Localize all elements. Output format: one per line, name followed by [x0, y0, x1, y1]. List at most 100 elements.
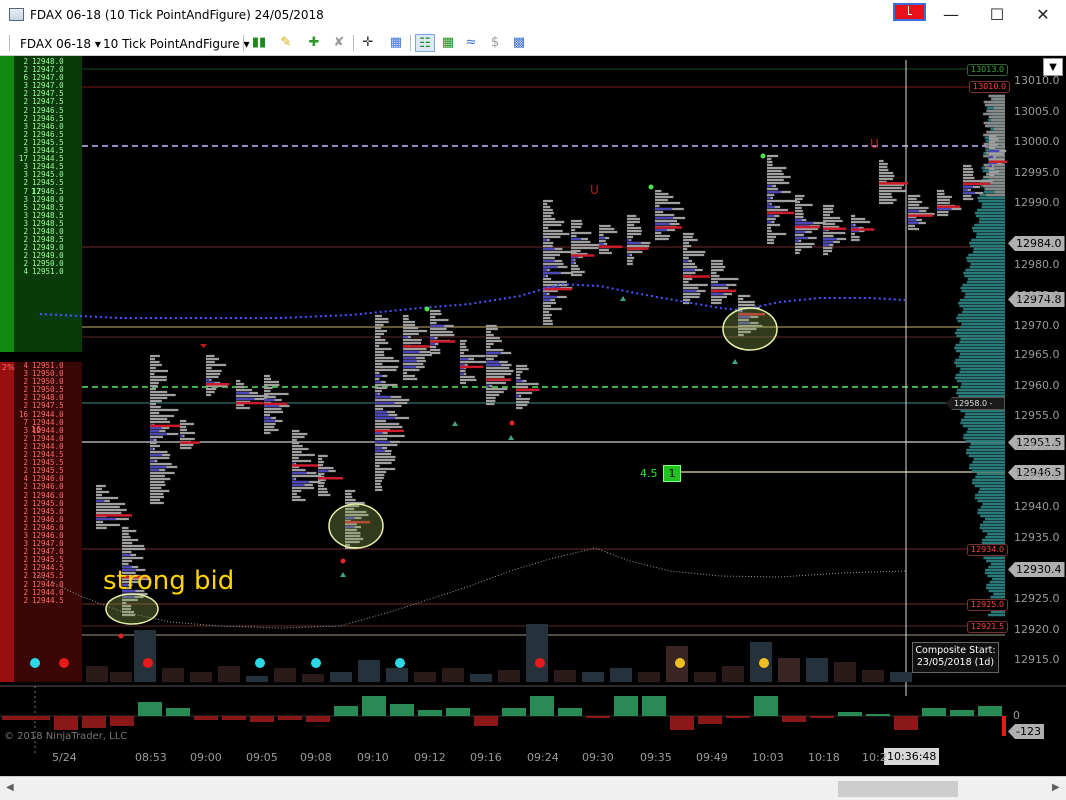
delta-bar: [446, 708, 470, 716]
delta-bar: [558, 708, 582, 716]
title-bar: FDAX 06-18 (10 Tick PointAndFigure) 24/0…: [0, 0, 1066, 31]
highlight-ellipse: [722, 307, 778, 351]
data-box-icon[interactable]: ▦: [386, 34, 406, 52]
price-tick: 12950.0: [1014, 439, 1060, 452]
volume-bar: [134, 630, 156, 682]
delta-bar: [530, 696, 554, 716]
chart-toolbar: FDAX 06-18 ▾ 10 Tick PointAndFigure ▾ ▮▮…: [0, 31, 1066, 56]
delta-bar: [194, 716, 218, 720]
delta-bar: [334, 706, 358, 716]
link-color-button[interactable]: [893, 3, 926, 21]
scroll-thumb[interactable]: [838, 781, 958, 797]
pnf-column: [180, 419, 196, 450]
zoom-in-icon[interactable]: ✚: [304, 34, 324, 52]
delta-bar: [390, 704, 414, 716]
volume-signal-dot: [59, 658, 69, 668]
delta-bar: [894, 716, 918, 730]
drawing-tool-icon[interactable]: ✎: [276, 34, 296, 52]
chevron-down-icon: ▾: [94, 37, 101, 51]
chart-trader-icon[interactable]: ☷: [415, 34, 435, 52]
signal-dot: [424, 306, 430, 312]
crosshair-time-label: 10:36:48: [884, 748, 940, 765]
properties-icon[interactable]: ▩: [509, 34, 529, 52]
price-tick: 12920.0: [1014, 623, 1060, 636]
volume-bar: [110, 672, 132, 682]
strategies-icon[interactable]: ≈: [461, 34, 481, 52]
time-tick: 09:08: [300, 751, 332, 764]
delta-bar: [82, 716, 106, 728]
chart-window-icon: [9, 8, 24, 21]
pnf-column: [767, 154, 798, 245]
maximize-button[interactable]: ☐: [974, 0, 1020, 31]
minimize-button[interactable]: —: [928, 0, 974, 31]
pnf-column: [627, 214, 651, 266]
volume-bar: [358, 660, 380, 682]
volume-bar: [526, 624, 548, 682]
pnf-column-sell: [403, 335, 420, 369]
order-marker[interactable]: 1: [663, 465, 681, 482]
price-tag-12925: 12925.0: [967, 599, 1009, 611]
signal-dot: [340, 558, 346, 564]
delta-bar: [978, 706, 1002, 716]
scroll-left-icon[interactable]: ◀: [6, 782, 14, 793]
volume-signal-dot: [535, 658, 545, 668]
price-tag-13013: 13013.0: [967, 64, 1009, 76]
volume-signal-dot: [675, 658, 685, 668]
chart-style-icon[interactable]: ▮▮: [249, 34, 269, 52]
horizontal-scrollbar[interactable]: ◀ ▶: [0, 776, 1066, 800]
delta-bar: [866, 714, 890, 716]
time-tick: 09:00: [190, 751, 222, 764]
highlight-ellipse: [328, 503, 384, 549]
instrument-selector[interactable]: FDAX 06-18 ▾: [20, 37, 101, 51]
volume-bar: [190, 672, 212, 682]
zoom-out-icon[interactable]: ✘: [329, 34, 349, 52]
composite-start-box: Composite Start: 23/05/2018 (1d): [912, 642, 999, 673]
delta-bar: [278, 716, 302, 720]
volume-bar: [498, 670, 520, 682]
price-tick: 12975.0: [1014, 289, 1060, 302]
window-title: FDAX 06-18 (10 Tick PointAndFigure) 24/0…: [30, 8, 324, 22]
scroll-right-icon[interactable]: ▶: [1052, 782, 1060, 793]
time-tick: 10:03: [752, 751, 784, 764]
signal-triangle: [340, 572, 346, 577]
swing-marker: U: [870, 137, 879, 151]
volume-bar: [862, 670, 884, 682]
volume-bar: [554, 670, 576, 682]
pnf-column: [683, 232, 708, 305]
period-label: 10 Tick PointAndFigure: [103, 37, 240, 51]
sell-order-flow-ladder: 4 12951.0 3 12950.0 2 12950.0 2 12950.5 2 12948.0…: [4, 361, 64, 605]
delta-bar: [26, 716, 50, 720]
annotation-text[interactable]: strong bid: [103, 566, 234, 596]
volume-bar: [638, 672, 660, 682]
volume-bar: [86, 666, 108, 682]
chart-panel[interactable]: UU 2 12948.0 2 12947.0 6 12947.0 3 12947.0 2 1294…: [0, 56, 1066, 776]
delta-bar: [222, 716, 246, 720]
pnf-column: [795, 194, 826, 255]
pnf-column: [937, 189, 962, 217]
pnf-column: [879, 159, 906, 205]
delta-bar: [698, 716, 722, 724]
price-tick: 12925.0: [1014, 592, 1060, 605]
delta-bar: [306, 716, 330, 722]
period-selector[interactable]: 10 Tick PointAndFigure ▾: [103, 37, 249, 51]
copyright: © 2018 NinjaTrader, LLC: [4, 731, 128, 742]
price-tick: 12965.0: [1014, 348, 1060, 361]
price-label-lower: 12930.4: [1008, 562, 1065, 577]
pnf-column: [460, 339, 487, 385]
close-button[interactable]: ✕: [1020, 0, 1066, 31]
ladder-volume: 2: [23, 595, 28, 605]
toolbar-grip: [9, 35, 10, 51]
delta-current-bar: [1002, 716, 1006, 736]
buy-order-flow-ladder: 2 12948.0 2 12947.0 6 12947.0 3 12947.0 2 12947.5…: [4, 57, 64, 277]
price-tag-12921: 12921.5: [967, 621, 1009, 633]
delta-bar: [502, 708, 526, 716]
price-tick: 12970.0: [1014, 319, 1060, 332]
ladder-row: 4 12951.0: [4, 268, 63, 276]
price-tick: 12935.0: [1014, 531, 1060, 544]
signal-dot: [648, 184, 654, 190]
link-icon: [908, 6, 912, 15]
dollar-icon[interactable]: $: [485, 34, 505, 52]
crosshair-icon[interactable]: ✛: [358, 34, 378, 52]
delta-bar: [950, 710, 974, 716]
indicators-icon[interactable]: ▦: [438, 34, 458, 52]
